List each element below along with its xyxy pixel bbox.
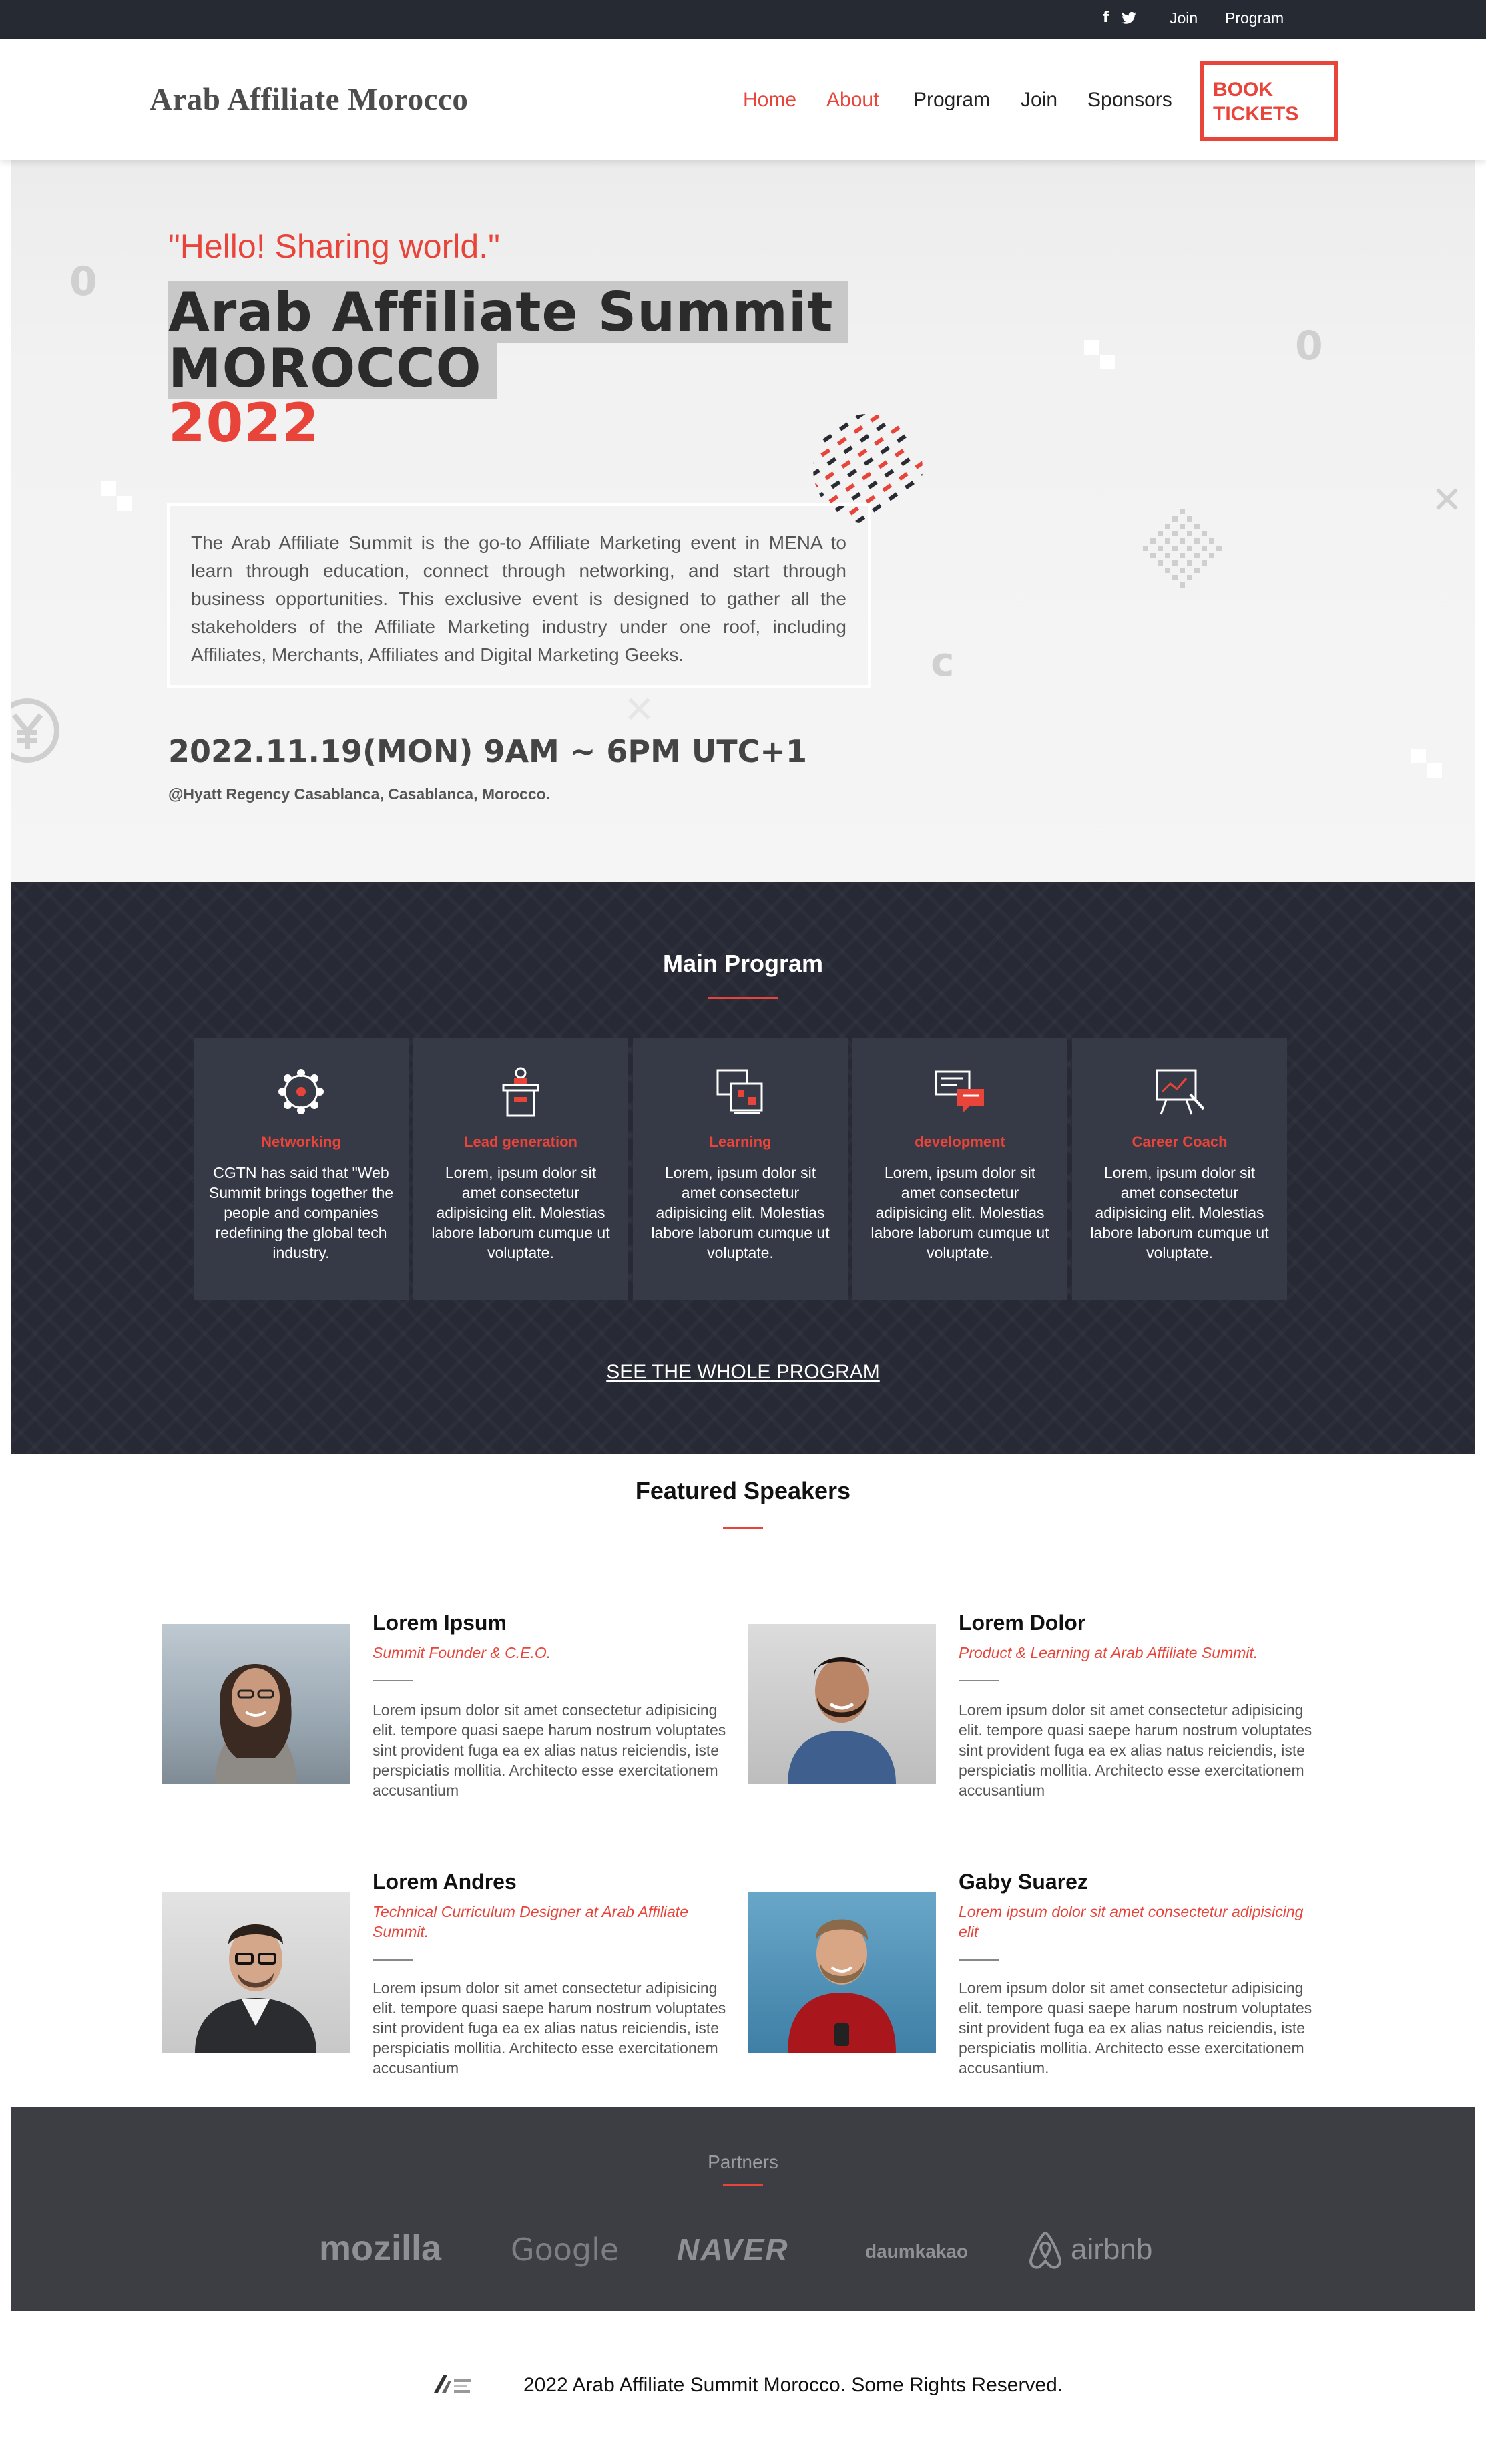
airbnb-icon [1029, 2231, 1062, 2269]
program-card-text: Lorem, ipsum dolor sit amet consectetur … [431, 1164, 610, 1261]
twitter-icon[interactable] [1121, 9, 1136, 26]
speaker-divider [959, 1959, 999, 1961]
speaker-role: Summit Founder & C.E.O. [373, 1644, 551, 1661]
speaker-photo [162, 1892, 350, 2053]
decor-diamond-grid-icon [1143, 509, 1222, 588]
speaker-portrait-man [195, 1924, 316, 2053]
program-card-networking[interactable]: Networking CGTN has said that "Web Summi… [194, 1038, 409, 1300]
program-card-text: Lorem, ipsum dolor sit amet consectetur … [871, 1164, 1049, 1261]
nav-about[interactable]: About [826, 89, 879, 112]
hero-tagline: "Hello! Sharing world." [168, 228, 500, 265]
program-card-career-coach[interactable]: Career Coach Lorem, ipsum dolor sit amet… [1072, 1038, 1287, 1300]
speaker-role: Technical Curriculum Designer at Arab Af… [373, 1903, 688, 1940]
program-card-name: Networking [261, 1133, 341, 1150]
program-card-text: Lorem, ipsum dolor sit amet consectetur … [651, 1164, 830, 1261]
site-logo[interactable]: Arab Affiliate Morocco [150, 81, 468, 118]
topbar-program-link[interactable]: Program [1225, 9, 1284, 27]
speaker-bio: Lorem ipsum dolor sit amet consectetur a… [959, 1701, 1312, 1799]
top-bar: f Join Program [0, 0, 1486, 39]
program-card-name: Lead generation [464, 1133, 577, 1150]
partner-logo-naver[interactable]: NAVER [677, 2232, 789, 2268]
speaker-name: Lorem Ipsum [373, 1611, 507, 1635]
speaker-bio: Lorem ipsum dolor sit amet consectetur a… [959, 1979, 1312, 2077]
nav-join[interactable]: Join [1021, 89, 1057, 112]
speaker-divider [373, 1680, 413, 1681]
partner-logo-airbnb[interactable]: airbnb [1071, 2233, 1152, 2266]
nav-home[interactable]: Home [743, 89, 796, 112]
footer-logo-icon [434, 2375, 471, 2393]
footer-copyright: 2022 Arab Affiliate Summit Morocco. Some… [523, 2374, 1063, 2396]
presentation-board-icon [1156, 1069, 1205, 1115]
decor-square [1411, 749, 1426, 763]
speaker-name: Lorem Andres [373, 1870, 517, 1894]
program-title-underline [708, 997, 778, 999]
decor-square [117, 496, 132, 511]
speaker-portrait-man [788, 1919, 896, 2053]
speaker-photo [748, 1892, 936, 2053]
learning-icon [716, 1069, 763, 1114]
hero-description: The Arab Affiliate Summit is the go-to A… [167, 503, 871, 688]
program-title: Main Program [662, 950, 824, 977]
hero-title-line1: Arab Affiliate Summit [168, 281, 848, 343]
chat-bubbles-icon [935, 1070, 984, 1113]
decor-yen-circle-icon [11, 698, 59, 763]
program-card-text: Lorem, ipsum dolor sit amet consectetur … [1090, 1164, 1269, 1261]
decor-c-glyph: c [931, 639, 955, 686]
social-links: f [1103, 9, 1136, 26]
speaker-name: Gaby Suarez [959, 1870, 1088, 1894]
partner-logo-daumkakao[interactable]: daumkakao [865, 2241, 968, 2262]
speaker-portrait-man [788, 1657, 896, 1784]
speaker-divider [959, 1680, 999, 1681]
see-whole-program-link[interactable]: SEE THE WHOLE PROGRAM [0, 1361, 1486, 1384]
nav-sponsors[interactable]: Sponsors [1087, 89, 1172, 112]
partners-title-underline [723, 2184, 763, 2186]
speaker-bio: Lorem ipsum dolor sit amet consectetur a… [373, 1701, 726, 1799]
speaker-photo [748, 1624, 936, 1784]
decor-zero-glyph: 0 [1295, 323, 1323, 369]
speaker-divider [373, 1959, 413, 1961]
partner-logo-google[interactable]: Google [511, 2232, 619, 2268]
partner-logo-mozilla[interactable]: mozilla [319, 2228, 441, 2269]
podium-icon [502, 1067, 539, 1117]
decor-zero-glyph: 0 [69, 258, 97, 305]
program-card-learning[interactable]: Learning Lorem, ipsum dolor sit amet con… [633, 1038, 848, 1300]
program-card-lead-generation[interactable]: Lead generation Lorem, ipsum dolor sit a… [413, 1038, 628, 1300]
speaker-name: Lorem Dolor [959, 1611, 1086, 1635]
decor-x-glyph: ✕ [1431, 479, 1463, 522]
hero-title-year: 2022 [168, 392, 320, 454]
facebook-icon[interactable]: f [1103, 9, 1109, 26]
speaker-bio: Lorem ipsum dolor sit amet consectetur a… [373, 1979, 726, 2077]
decor-square [1084, 340, 1099, 355]
decor-square [1100, 355, 1115, 369]
topbar-join-link[interactable]: Join [1170, 9, 1198, 27]
speaker-role: Lorem ipsum dolor sit amet consectetur a… [959, 1903, 1304, 1940]
nav-program[interactable]: Program [913, 89, 990, 112]
book-tickets-button[interactable]: BOOK TICKETS [1200, 61, 1338, 141]
speaker-role: Product & Learning at Arab Affiliate Sum… [959, 1644, 1258, 1661]
partners-section [11, 2107, 1475, 2311]
speaker-photo [162, 1624, 350, 1784]
program-card-name: Learning [709, 1133, 772, 1150]
decor-square [1427, 763, 1442, 778]
network-icon [278, 1069, 324, 1114]
program-card-development[interactable]: development Lorem, ipsum dolor sit amet … [852, 1038, 1067, 1300]
event-date: 2022.11.19(MON) 9AM ~ 6PM UTC+1 [168, 733, 807, 769]
speakers-title: Featured Speakers [635, 1477, 851, 1504]
program-card-text: CGTN has said that "Web Summit brings to… [208, 1164, 394, 1261]
partners-title: Partners [708, 2151, 778, 2172]
hero-title-line2: MOROCCO [168, 337, 497, 399]
program-card-name: development [915, 1133, 1005, 1150]
site-header: Arab Affiliate Morocco Home About Progra… [0, 39, 1486, 160]
decor-square [101, 481, 116, 496]
event-venue: @Hyatt Regency Casablanca, Casablanca, M… [168, 785, 551, 803]
program-card-name: Career Coach [1132, 1133, 1228, 1150]
speakers-title-underline [723, 1527, 763, 1529]
decor-x-glyph: ✕ [624, 688, 655, 732]
speaker-portrait-woman [215, 1664, 296, 1784]
